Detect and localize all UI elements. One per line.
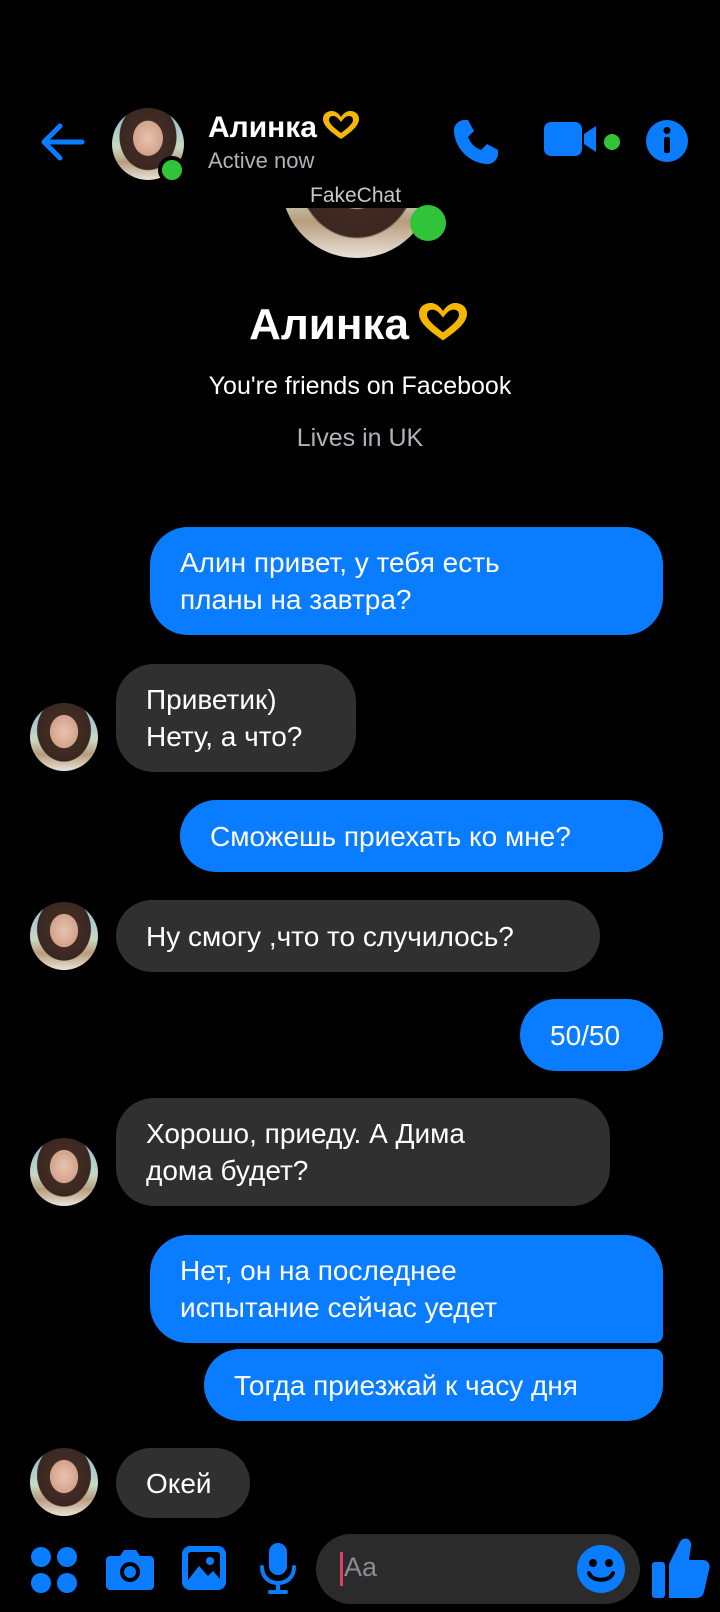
- message-input[interactable]: Aa: [316, 1534, 640, 1604]
- watermark: FakeChat: [310, 184, 402, 207]
- location-text: Lives in UK: [296, 424, 424, 452]
- outgoing-message[interactable]: Алин привет, у тебя есть планы на завтра…: [150, 527, 663, 635]
- profile-name-row: Алинка: [0, 300, 720, 350]
- message-avatar[interactable]: [30, 902, 98, 970]
- outgoing-message[interactable]: Нет, он на последнее испытание сейчас уе…: [150, 1235, 663, 1343]
- message-avatar[interactable]: [30, 1448, 98, 1516]
- message-avatar[interactable]: [30, 703, 98, 771]
- outgoing-message[interactable]: Сможешь приехать ко мне?: [180, 800, 663, 872]
- phone-icon[interactable]: [450, 116, 502, 168]
- outgoing-message[interactable]: 50/50: [520, 999, 663, 1071]
- outgoing-message[interactable]: Тогда приезжай к часу дня: [204, 1349, 663, 1421]
- profile-online-indicator: [410, 205, 446, 241]
- contact-name-row[interactable]: Алинка: [208, 110, 361, 146]
- back-arrow-icon[interactable]: [38, 118, 86, 166]
- emoji-icon[interactable]: [576, 1544, 626, 1594]
- incoming-message[interactable]: Окей: [116, 1448, 250, 1518]
- text-cursor: [340, 1552, 343, 1586]
- microphone-icon[interactable]: [258, 1543, 298, 1595]
- active-status: Active now: [208, 148, 315, 173]
- apps-icon[interactable]: [30, 1546, 78, 1594]
- incoming-message[interactable]: Ну смогу ,что то случилось?: [116, 900, 600, 972]
- incoming-message[interactable]: Хорошо, приеду. А Дима дома будет?: [116, 1098, 610, 1206]
- thumbs-up-icon[interactable]: [650, 1536, 710, 1600]
- profile-name: Алинка: [249, 300, 409, 349]
- gallery-icon[interactable]: [182, 1546, 226, 1590]
- camera-icon[interactable]: [106, 1548, 154, 1590]
- contact-name: Алинка: [208, 111, 317, 144]
- video-online-dot: [604, 134, 620, 150]
- heart-hands-icon: [321, 110, 361, 146]
- heart-hands-icon: [415, 302, 471, 348]
- info-icon[interactable]: [646, 120, 688, 162]
- input-placeholder: Aa: [344, 1552, 378, 1582]
- friendship-text: You're friends on Facebook: [208, 372, 512, 400]
- online-indicator: [158, 156, 186, 184]
- incoming-message[interactable]: Приветик) Нету, а что?: [116, 664, 356, 772]
- message-avatar[interactable]: [30, 1138, 98, 1206]
- video-camera-icon[interactable]: [544, 120, 604, 160]
